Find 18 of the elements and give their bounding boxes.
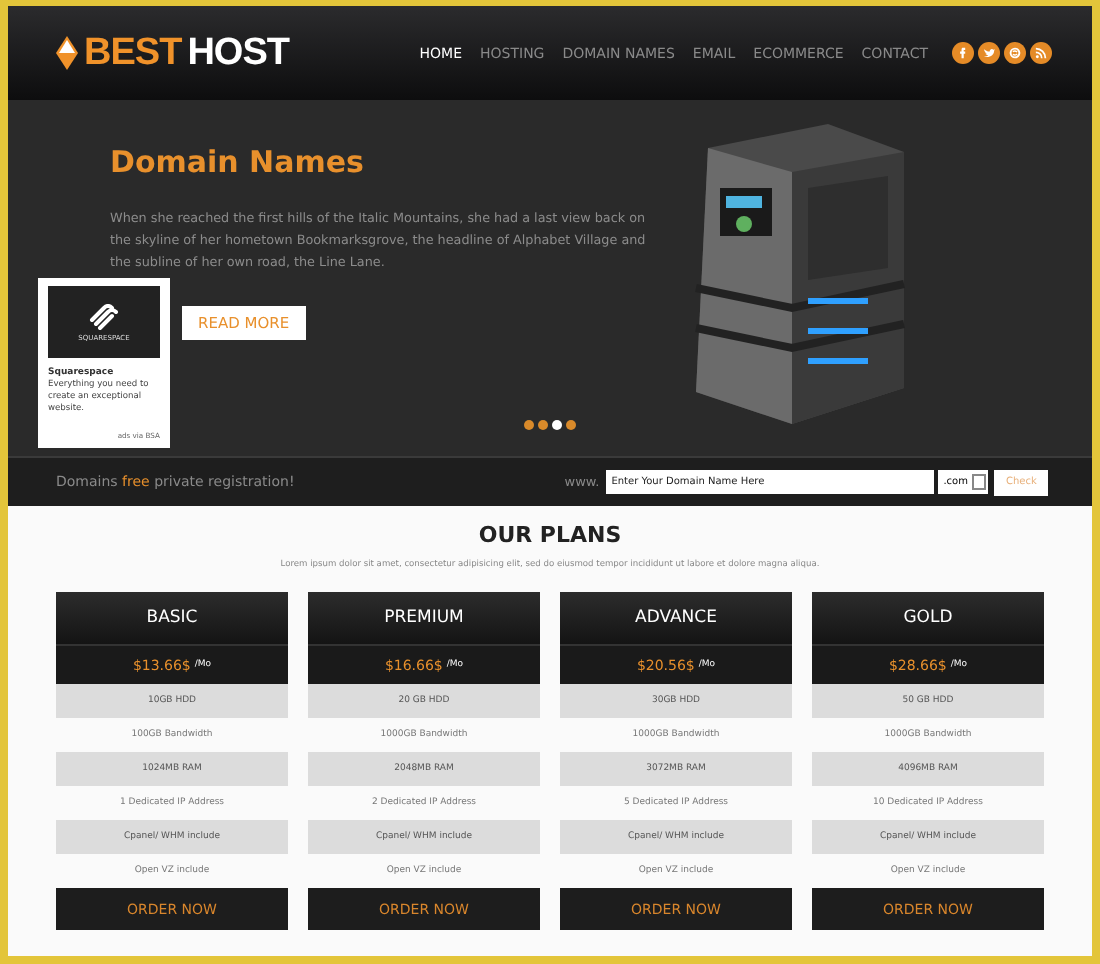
plans-title: OUR PLANS: [478, 522, 622, 548]
twitter-icon[interactable]: [978, 42, 1000, 64]
slider-dot[interactable]: [538, 420, 548, 430]
knot-logo-icon: [88, 303, 120, 331]
hero-title: Domain Names: [110, 144, 364, 180]
diamond-logo-icon: [56, 36, 78, 70]
slider-dot[interactable]: [566, 420, 576, 430]
plan-name: GOLD: [903, 608, 953, 628]
facebook-icon[interactable]: [952, 42, 974, 64]
rss-icon[interactable]: [1030, 42, 1052, 64]
slider-dot[interactable]: [552, 420, 562, 430]
skype-icon[interactable]: [1004, 42, 1026, 64]
plan-name: BASIC: [146, 608, 198, 628]
plan-name: PREMIUM: [384, 608, 464, 628]
logo-text-accent: BEST: [84, 31, 182, 75]
plan-name: ADVANCE: [635, 608, 717, 628]
logo-text: HOST: [187, 31, 289, 75]
slider-dot[interactable]: [524, 420, 534, 430]
